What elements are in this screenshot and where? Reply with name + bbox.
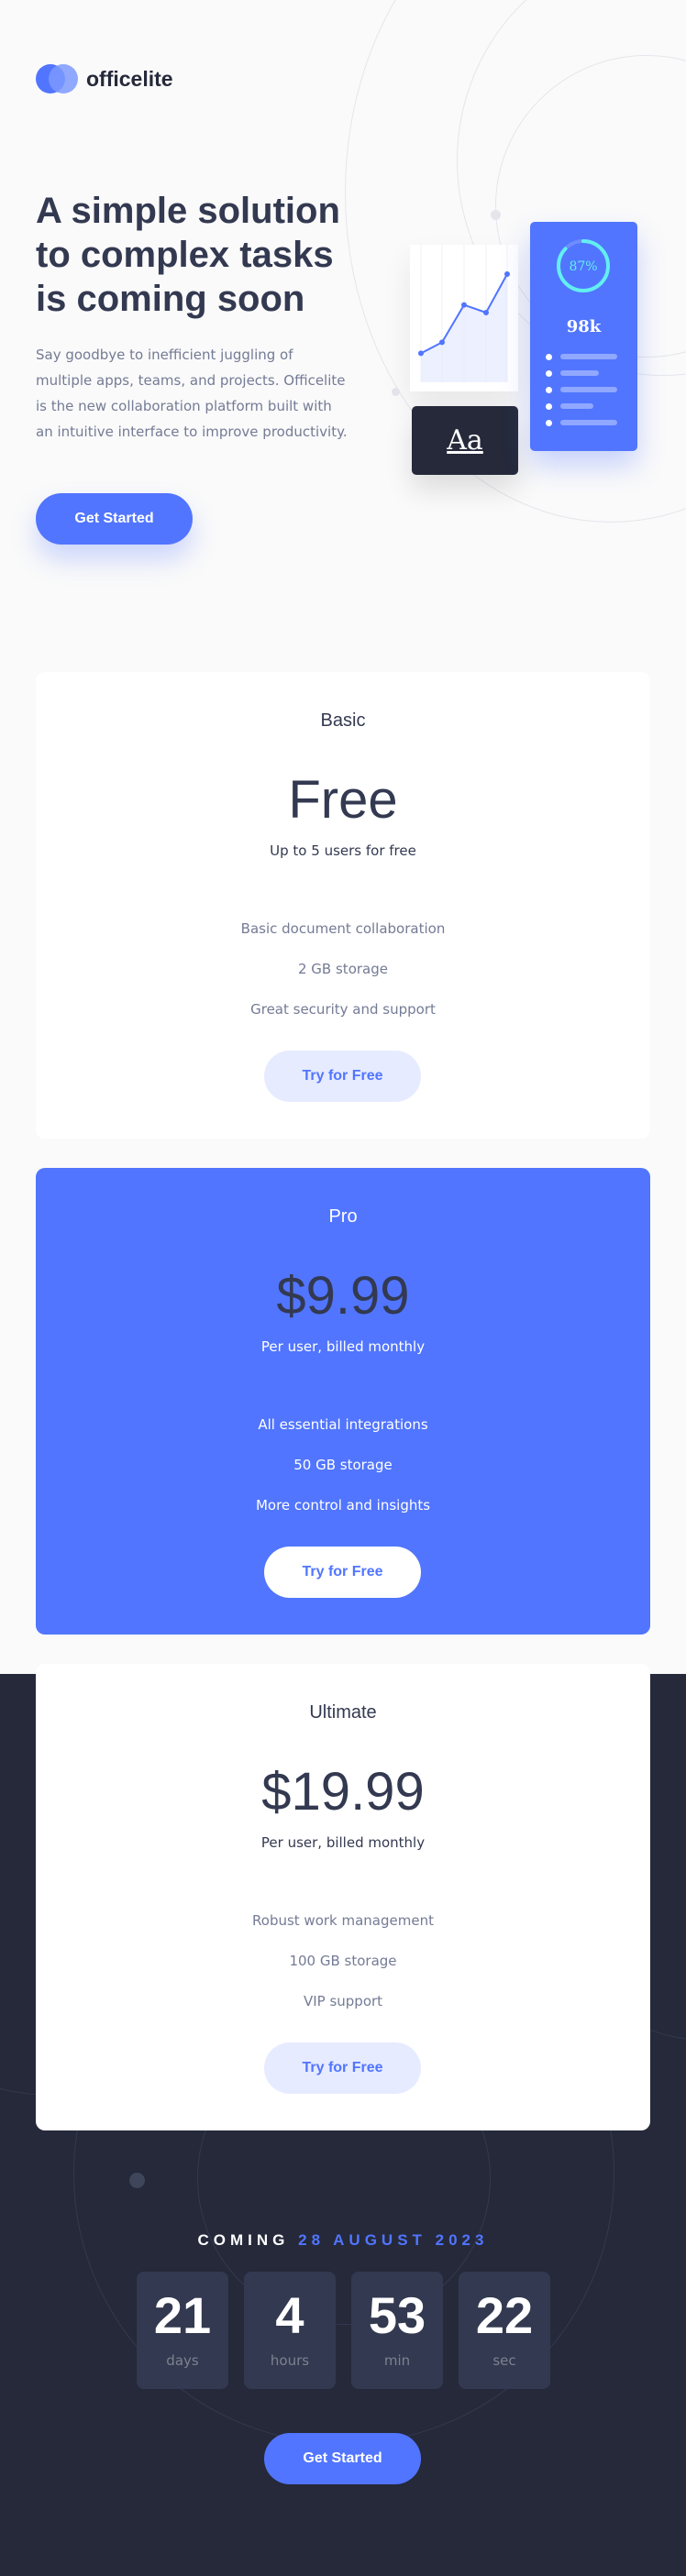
list-item [546,402,617,410]
brand-name: officelite [86,66,173,91]
countdown-minutes: 53 min [351,2272,443,2389]
chart-point [483,310,489,315]
countdown-unit: days [166,2352,199,2369]
try-for-free-button[interactable]: Try for Free [264,1547,421,1598]
countdown-timer: 21 days 4 hours 53 min 22 sec [137,2272,550,2389]
try-for-free-button[interactable]: Try for Free [264,1051,421,1102]
decorative-dot [392,388,400,396]
coming-label: COMING [197,2231,290,2249]
plan-price: $9.99 [276,1266,410,1326]
chart-point [461,302,467,308]
brand-logo[interactable]: officelite [36,64,173,94]
countdown-unit: hours [270,2352,310,2369]
pricing-card-ultimate: Ultimate $19.99 Per user, billed monthly… [36,1664,650,2130]
feature-item: 50 GB storage [293,1457,393,1473]
plan-price: $19.99 [261,1762,425,1822]
list-item [546,369,617,377]
get-started-button[interactable]: Get Started [264,2433,421,2484]
hero-description: Say goodbye to inefficient juggling of m… [36,347,348,440]
decorative-dot [129,2173,145,2188]
pricing-card-basic: Basic Free Up to 5 users for free Basic … [36,672,650,1139]
chart-illustration [410,245,518,391]
logo-icon [36,64,78,94]
plan-subtitle: Per user, billed monthly [260,1338,426,1355]
try-for-free-button[interactable]: Try for Free [264,2042,421,2094]
font-sample-card: Aa [412,406,518,475]
stats-list [546,353,617,435]
stats-card: 87% 98k [530,222,637,451]
countdown-unit: min [383,2352,411,2369]
feature-list: All essential integrations 50 GB storage… [36,1412,650,1533]
progress-label: 87% [569,259,597,274]
pricing-card-pro: Pro $9.99 Per user, billed monthly All e… [36,1168,650,1635]
list-item [546,419,617,426]
chart-point [504,271,510,277]
countdown-hours: 4 hours [244,2272,336,2389]
chart-point [418,350,424,357]
plan-name: Pro [328,1206,358,1227]
feature-list: Robust work management 100 GB storage VI… [36,1908,650,2029]
feature-item: 2 GB storage [298,961,388,977]
progress-ring-icon: 87% [557,239,610,292]
countdown-value: 21 [153,2286,212,2344]
stat-value: 98k [566,317,602,336]
countdown-value: 22 [475,2286,534,2344]
feature-item: Robust work management [252,1912,434,1929]
get-started-button[interactable]: Get Started [36,493,193,545]
plan-subtitle: Up to 5 users for free [270,842,416,859]
feature-item: 100 GB storage [289,1953,397,1969]
list-item [546,386,617,393]
hero-title: A simple solution to complex tasks is co… [36,191,340,319]
feature-item: All essential integrations [258,1416,428,1433]
countdown-value: 53 [368,2286,426,2344]
decorative-dot [491,210,501,220]
chart-point [439,339,445,346]
feature-item: VIP support [303,1993,383,2009]
plan-name: Basic [320,710,366,731]
countdown-value: 4 [275,2286,304,2344]
plan-subtitle: Per user, billed monthly [260,1834,426,1851]
feature-list: Basic document collaboration 2 GB storag… [36,916,650,1037]
list-item [546,353,617,360]
plan-name: Ultimate [309,1702,377,1723]
feature-item: Basic document collaboration [240,920,446,937]
feature-item: Great security and support [250,1001,436,1018]
countdown-seconds: 22 sec [459,2272,550,2389]
plan-price: Free [288,770,398,830]
countdown-unit: sec [492,2352,516,2369]
launch-date-heading: COMING 28 AUGUST 2023 [0,2231,686,2250]
feature-item: More control and insights [255,1497,431,1514]
line-chart-graphic [418,245,510,382]
launch-date: 28 AUGUST 2023 [298,2231,489,2249]
countdown-days: 21 days [137,2272,228,2389]
